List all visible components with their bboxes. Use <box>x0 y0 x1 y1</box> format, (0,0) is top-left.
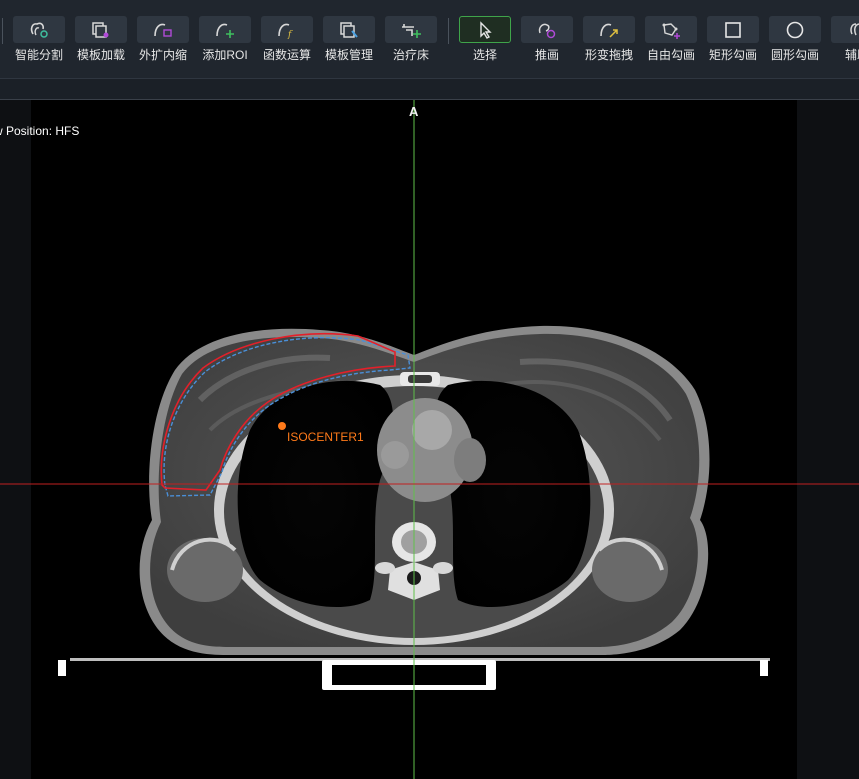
treatment-couch-icon <box>402 23 421 38</box>
select-cursor-icon <box>480 20 492 39</box>
rectangle-draw-icon <box>725 21 741 38</box>
tool-label: 智能分割 <box>14 48 63 62</box>
ct-viewport[interactable]: A w Position: HFS ISOCENTER1 <box>0 100 859 779</box>
deform-drag-button[interactable]: 形变拖拽 <box>583 16 635 74</box>
freehand-draw-button[interactable]: 自由勾画 <box>645 16 697 74</box>
tool-label: 添加ROI <box>202 48 248 62</box>
circle-draw-icon <box>786 21 804 38</box>
template-load-button[interactable]: 模板加载 <box>75 16 127 74</box>
svg-text:f: f <box>287 30 293 39</box>
tool-label: 推画 <box>534 48 559 62</box>
template-load-icon <box>92 21 109 38</box>
tool-label: 矩形勾画 <box>708 48 757 62</box>
tool-label: 选择 <box>472 48 497 62</box>
orientation-label: A <box>409 104 419 119</box>
assist-icon <box>850 22 859 35</box>
expand-shrink-button[interactable]: 外扩内缩 <box>137 16 189 74</box>
sternum <box>400 372 440 386</box>
tool-label: 模板管理 <box>324 48 373 62</box>
circle-draw-button[interactable]: 圆形勾画 <box>769 16 821 74</box>
tool-label: 外扩内缩 <box>138 48 187 62</box>
tool-label: 函数运算 <box>262 48 311 62</box>
toolbar: 智能分割 模板加载 外扩内缩 添加ROI f 函数运算 模板管理 治疗床 选择 … <box>0 0 859 78</box>
function-calc-button[interactable]: f 函数运算 <box>261 16 313 74</box>
template-manage-button[interactable]: 模板管理 <box>323 16 375 74</box>
template-manage-icon <box>340 21 358 38</box>
expand-shrink-icon <box>154 23 172 37</box>
tool-label: 自由勾画 <box>646 48 695 62</box>
deform-drag-icon <box>600 23 618 38</box>
ct-axial-slice[interactable] <box>0 100 859 779</box>
treatment-couch-button[interactable]: 治疗床 <box>385 16 437 74</box>
view-position-label: w Position: HFS <box>0 124 80 138</box>
tool-label: 形变拖拽 <box>584 48 633 62</box>
tool-label: 模板加载 <box>76 48 125 62</box>
isocenter-marker[interactable] <box>278 422 286 430</box>
function-calc-icon: f <box>278 23 293 39</box>
toolbar-separator <box>2 18 3 44</box>
add-roi-icon <box>216 23 234 38</box>
smart-segment-icon <box>30 22 48 38</box>
tool-label: 治疗床 <box>392 48 429 62</box>
assist-button[interactable]: 辅助 <box>831 16 859 74</box>
freehand-draw-icon <box>662 22 680 39</box>
secondary-toolbar <box>0 78 859 100</box>
push-draw-icon <box>538 23 556 38</box>
isocenter-label: ISOCENTER1 <box>287 430 364 444</box>
select-button[interactable]: 选择 <box>459 16 511 74</box>
add-roi-button[interactable]: 添加ROI <box>199 16 251 74</box>
rectangle-draw-button[interactable]: 矩形勾画 <box>707 16 759 74</box>
smart-segment-button[interactable]: 智能分割 <box>13 16 65 74</box>
tool-label: 圆形勾画 <box>770 48 819 62</box>
push-draw-button[interactable]: 推画 <box>521 16 573 74</box>
tool-label: 辅助 <box>844 48 859 62</box>
toolbar-separator <box>448 18 449 44</box>
